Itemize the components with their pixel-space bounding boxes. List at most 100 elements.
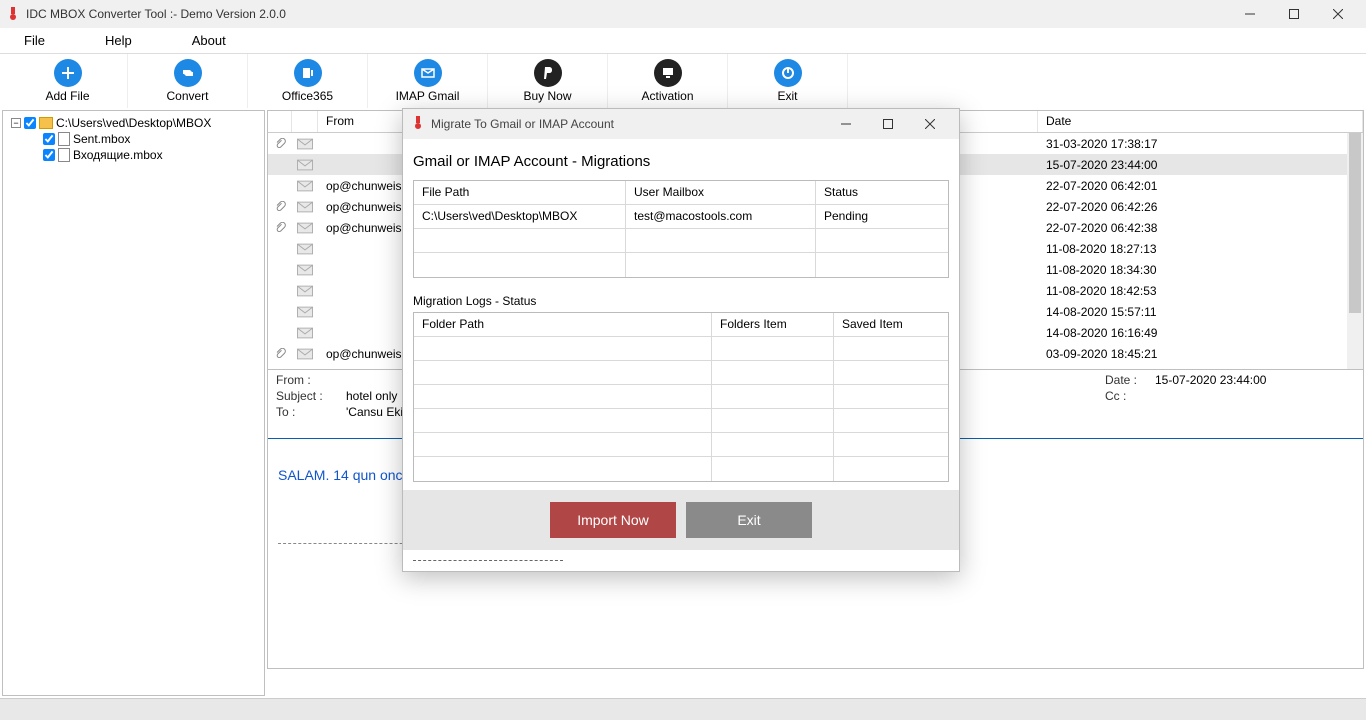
dialog-titlebar: Migrate To Gmail or IMAP Account: [403, 109, 959, 139]
menu-file[interactable]: File: [24, 33, 45, 48]
detail-to-label: To :: [276, 405, 346, 419]
toolbar-convert[interactable]: Convert: [128, 54, 248, 108]
dialog-close-button[interactable]: [909, 109, 951, 139]
toolbar-add-file[interactable]: Add File: [8, 54, 128, 108]
status-bar: [0, 698, 1366, 720]
file-icon: [58, 148, 70, 162]
tree-item-label: Sent.mbox: [73, 132, 130, 146]
envelope-icon: [292, 327, 318, 339]
maximize-button[interactable]: [1272, 0, 1316, 28]
migrations-table: File Path User Mailbox Status C:\Users\v…: [413, 180, 949, 278]
logs-table: Folder Path Folders Item Saved Item: [413, 312, 949, 482]
migrate-dialog: Migrate To Gmail or IMAP Account Gmail o…: [402, 108, 960, 572]
header-date[interactable]: Date: [1038, 111, 1363, 132]
cell-date: 14-08-2020 16:16:49: [1038, 326, 1363, 340]
menu-help[interactable]: Help: [105, 33, 132, 48]
tree-item-label: Входящие.mbox: [73, 148, 163, 162]
menu-about[interactable]: About: [192, 33, 226, 48]
envelope-icon: [292, 138, 318, 150]
attachment-icon: [268, 348, 292, 360]
envelope-icon: [292, 285, 318, 297]
cell-date: 11-08-2020 18:34:30: [1038, 263, 1363, 277]
toolbar-exit[interactable]: Exit: [728, 54, 848, 108]
cell-status: Pending: [816, 205, 948, 228]
cell-date: 31-03-2020 17:38:17: [1038, 137, 1363, 151]
toolbar-convert-label: Convert: [166, 89, 208, 103]
envelope-icon: [292, 243, 318, 255]
cell-date: 11-08-2020 18:27:13: [1038, 242, 1363, 256]
detail-cc-value: [1155, 389, 1355, 403]
cell-date: 14-08-2020 15:57:11: [1038, 305, 1363, 319]
attachment-icon: [268, 222, 292, 234]
tree-item-inbox[interactable]: Входящие.mbox: [3, 147, 264, 163]
paypal-icon: [534, 59, 562, 87]
attachment-icon: [268, 138, 292, 150]
window-titlebar: IDC MBOX Converter Tool :- Demo Version …: [0, 0, 1366, 28]
col-folders-item: Folders Item: [712, 313, 834, 336]
toolbar-office365-label: Office365: [282, 89, 333, 103]
dialog-title: Migrate To Gmail or IMAP Account: [431, 117, 614, 131]
toolbar-buy-now-label: Buy Now: [523, 89, 571, 103]
dialog-maximize-button[interactable]: [867, 109, 909, 139]
detail-date-label: Date :: [1105, 373, 1155, 387]
scrollbar-thumb[interactable]: [1349, 133, 1361, 313]
dialog-exit-button[interactable]: Exit: [686, 502, 812, 538]
power-icon: [774, 59, 802, 87]
folder-icon: [39, 117, 53, 129]
close-button[interactable]: [1316, 0, 1360, 28]
detail-cc-label: Cc :: [1105, 389, 1155, 403]
col-user-mailbox: User Mailbox: [626, 181, 816, 204]
toolbar-office365[interactable]: Office365: [248, 54, 368, 108]
minimize-button[interactable]: [1228, 0, 1272, 28]
activation-icon: [654, 59, 682, 87]
toolbar-activation[interactable]: Activation: [608, 54, 728, 108]
detail-subject-label: Subject :: [276, 389, 346, 403]
office-icon: [294, 59, 322, 87]
attachment-icon: [268, 201, 292, 213]
toolbar-imap-gmail[interactable]: IMAP Gmail: [368, 54, 488, 108]
mail-icon: [414, 59, 442, 87]
list-scrollbar[interactable]: [1347, 133, 1363, 369]
col-folder-path: Folder Path: [414, 313, 712, 336]
cell-date: 22-07-2020 06:42:01: [1038, 179, 1363, 193]
toolbar-add-file-label: Add File: [45, 89, 89, 103]
plus-icon: [54, 59, 82, 87]
toolbar-exit-label: Exit: [777, 89, 797, 103]
file-icon: [58, 132, 70, 146]
tree-root-checkbox[interactable]: [24, 117, 36, 129]
envelope-icon: [292, 264, 318, 276]
expander-icon[interactable]: −: [11, 118, 21, 128]
tree-root[interactable]: − C:\Users\ved\Desktop\MBOX: [3, 115, 264, 131]
tree-item-checkbox[interactable]: [43, 133, 55, 145]
logs-label: Migration Logs - Status: [413, 294, 949, 308]
import-now-button[interactable]: Import Now: [550, 502, 676, 538]
cell-date: 11-08-2020 18:42:53: [1038, 284, 1363, 298]
col-status: Status: [816, 181, 948, 204]
app-icon: [411, 116, 425, 133]
toolbar-buy-now[interactable]: Buy Now: [488, 54, 608, 108]
cell-user-mailbox: test@macostools.com: [626, 205, 816, 228]
folder-tree[interactable]: − C:\Users\ved\Desktop\MBOX Sent.mbox Вх…: [2, 110, 265, 696]
convert-icon: [174, 59, 202, 87]
cell-date: 22-07-2020 06:42:38: [1038, 221, 1363, 235]
col-saved-item: Saved Item: [834, 313, 948, 336]
window-title: IDC MBOX Converter Tool :- Demo Version …: [26, 7, 1228, 21]
dialog-heading: Gmail or IMAP Account - Migrations: [413, 153, 949, 170]
envelope-icon: [292, 159, 318, 171]
envelope-icon: [292, 201, 318, 213]
detail-from-label: From :: [276, 373, 346, 387]
table-row[interactable]: C:\Users\ved\Desktop\MBOX test@macostool…: [414, 205, 948, 229]
toolbar-imap-gmail-label: IMAP Gmail: [396, 89, 460, 103]
tree-item-sent[interactable]: Sent.mbox: [3, 131, 264, 147]
envelope-icon: [292, 222, 318, 234]
dialog-minimize-button[interactable]: [825, 109, 867, 139]
cell-file-path: C:\Users\ved\Desktop\MBOX: [414, 205, 626, 228]
envelope-icon: [292, 306, 318, 318]
tree-item-checkbox[interactable]: [43, 149, 55, 161]
cell-date: 03-09-2020 18:45:21: [1038, 347, 1363, 361]
dialog-actions: Import Now Exit: [403, 490, 959, 550]
toolbar: Add File Convert Office365 IMAP Gmail Bu…: [0, 54, 1366, 108]
dialog-separator: [413, 560, 563, 561]
envelope-icon: [292, 348, 318, 360]
app-icon: [6, 7, 20, 21]
